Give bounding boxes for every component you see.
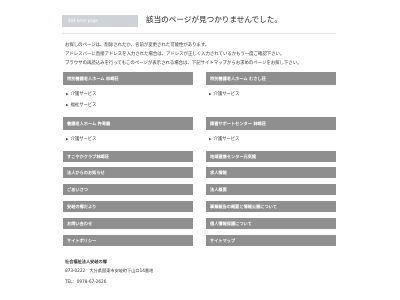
facility-musashi-heading[interactable]: 特別養護老人ホーム むさし荘 [206,72,336,85]
facility-kijuen-care-link[interactable]: ▶ 介護サービス [66,136,96,142]
footer-address: 873-0222 大分県国東市安岐町下山口14番地 [65,268,154,273]
facility-support-center-care-link[interactable]: ▶ 介護サービス [209,136,239,142]
triangle-bullet-icon: ▶ [66,137,69,141]
nav-site-policy[interactable]: サイトポリシー [63,235,193,246]
nav-disclosure[interactable]: 事業報告の概要と情報公開について [206,201,336,212]
triangle-bullet-icon: ▶ [66,103,69,107]
page-header: 404 error page 該当のページが見つかりませんでした。 [62,12,342,30]
nav-corporate-overview[interactable]: 法人概要 [206,184,336,195]
header-divider [62,33,336,34]
nav-contact[interactable]: お問い合わせ [63,218,193,229]
facility-kijuen-heading[interactable]: 養護老人ホーム 杵寿園 [63,117,193,130]
footer-org-name: 社会福祉法人安岐の郷 [65,259,107,264]
facility-musashi-care-link[interactable]: ▶ 介護サービス [209,91,239,97]
facility-hayashizaki-welfare-link[interactable]: ▶ 福祉サービス [66,102,96,108]
error-badge: 404 error page [62,15,138,27]
facility-support-center-heading[interactable]: 障害サポートセンター 林崎荘 [206,117,336,130]
message-line-1: お探しのページは、削除されたか、名前が変更された可能性があります。 [65,43,210,48]
message-line-3: ブラウザの再読込みを行ってもこのページが表示される場合は、下記サイトマップからお… [65,61,302,66]
nav-news[interactable]: 法人からのお知らせ [63,167,193,178]
nav-sukoyaka-club[interactable]: すこやかクラブ林崎荘 [63,151,193,162]
facility-hayashizaki-care-link[interactable]: ▶ 介護サービス [66,91,96,97]
page-title: 該当のページが見つかりませんでした。 [146,15,282,24]
triangle-bullet-icon: ▶ [209,137,212,141]
nav-privacy[interactable]: 個人情報保護について [206,218,336,229]
triangle-bullet-icon: ▶ [209,92,212,96]
nav-newsletter[interactable]: 安岐の郷だより [63,201,193,212]
facility-hayashizaki-heading[interactable]: 特別養護老人ホーム 林崎荘 [63,72,193,85]
nav-greeting[interactable]: ごあいさつ [63,184,193,195]
triangle-bullet-icon: ▶ [66,92,69,96]
nav-community-center[interactable]: 地域連携センター元気館 [206,151,336,162]
nav-recruit[interactable]: 求人情報 [206,167,336,178]
message-line-2: アドレスバーに直接アドレスを入力された場合は、アドレスが正しく入力されているかも… [65,52,285,57]
footer-tel: TEL：0978-67-2626 [65,279,107,284]
nav-sitemap[interactable]: サイトマップ [206,235,336,246]
